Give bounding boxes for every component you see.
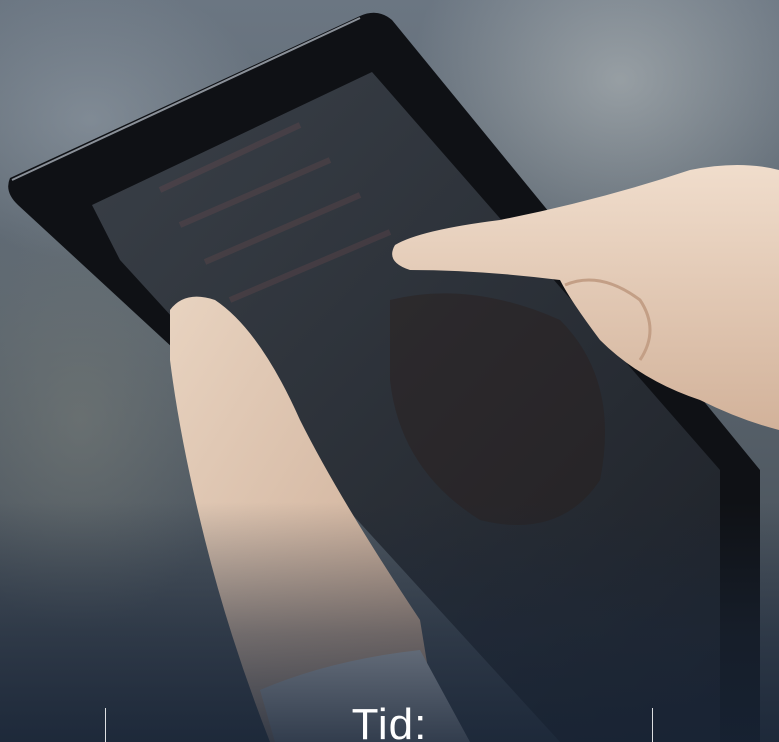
caption-title: Tid: <box>351 700 428 742</box>
photo-scene: Tid: <box>0 0 779 742</box>
